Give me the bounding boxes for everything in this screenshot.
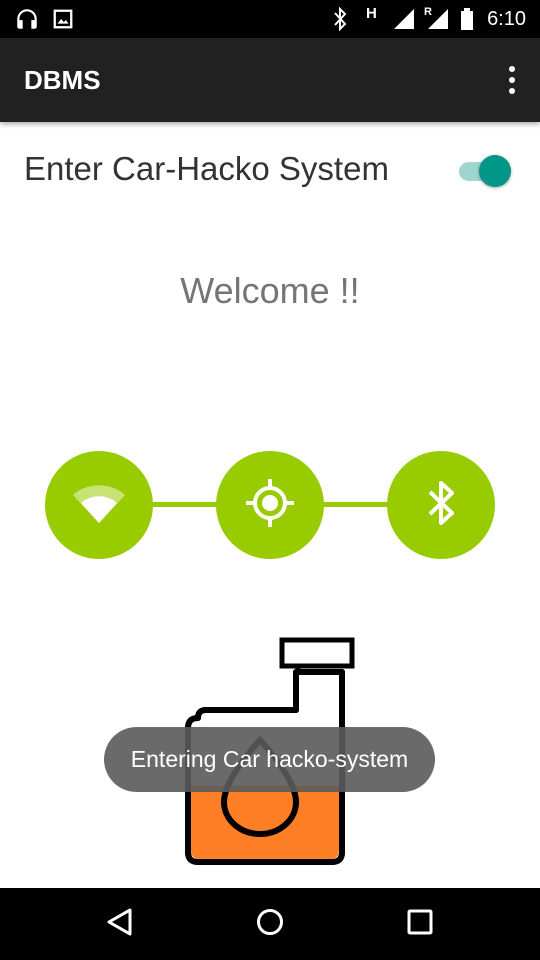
recents-button[interactable]: [384, 888, 456, 960]
bluetooth-icon: [423, 479, 459, 532]
screen: H R 6:10 DBMS Enter Car-Hacko System Wel…: [0, 0, 540, 960]
app-bar: DBMS: [0, 38, 540, 122]
home-button[interactable]: [234, 888, 306, 960]
recents-icon: [407, 909, 433, 940]
wifi-button[interactable]: [45, 451, 153, 559]
bluetooth-button[interactable]: [387, 451, 495, 559]
home-icon: [255, 907, 285, 942]
battery-icon: [460, 0, 474, 38]
more-vert-icon[interactable]: [500, 62, 524, 98]
location-button[interactable]: [216, 451, 324, 559]
signal-icon: [392, 0, 416, 38]
back-icon: [105, 907, 135, 942]
bluetooth-icon: [330, 0, 350, 38]
status-bar: H R 6:10: [0, 0, 540, 38]
image-icon: [52, 0, 74, 38]
toast-message: Entering Car hacko-system: [104, 727, 435, 792]
back-button[interactable]: [84, 888, 156, 960]
nav-bar: [0, 888, 540, 960]
enter-system-label: Enter Car-Hacko System: [24, 150, 389, 187]
welcome-text: Welcome !!: [180, 270, 360, 311]
location-icon: [244, 477, 296, 534]
switch-thumb: [479, 155, 511, 187]
wifi-icon: [71, 481, 127, 530]
enter-system-switch[interactable]: [457, 152, 513, 188]
hspa-icon: H: [366, 4, 377, 22]
fuel-can-icon: [180, 637, 360, 872]
app-title: DBMS: [24, 65, 101, 95]
headphones-icon: [14, 0, 40, 38]
status-time: 6:10: [487, 8, 526, 30]
roaming-signal-icon: [426, 0, 450, 38]
